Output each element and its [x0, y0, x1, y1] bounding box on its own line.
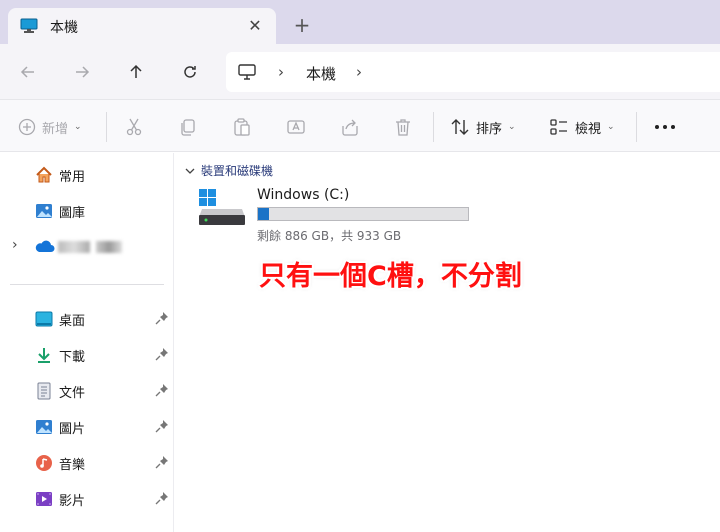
music-icon [35, 454, 53, 472]
address-bar[interactable]: › 本機 › [226, 52, 720, 92]
share-icon[interactable] [340, 116, 360, 138]
cloud-icon [35, 238, 55, 256]
sidebar-divider [10, 284, 164, 285]
sidebar-item-label: 圖庫 [59, 206, 86, 221]
sort-icon [451, 119, 469, 135]
sidebar-item-documents[interactable]: 文件 [0, 376, 174, 406]
plus-icon[interactable]: + [290, 14, 314, 38]
drive-icon [197, 187, 247, 231]
chevron-right-icon[interactable]: › [12, 237, 18, 253]
more-icon[interactable] [654, 116, 676, 138]
sidebar-item-gallery[interactable]: 圖庫 [0, 196, 174, 226]
sidebar-item-label: 文件 [59, 386, 86, 401]
view-icon [550, 119, 567, 135]
sidebar-item-videos[interactable]: 影片 [0, 484, 174, 514]
drive-free-space: 剩餘 886 GB，共 933 GB [257, 229, 402, 243]
view-button[interactable]: 檢視 ⌄ [549, 116, 615, 138]
arrow-left-icon[interactable] [14, 58, 42, 86]
picture-icon [35, 418, 53, 436]
gallery-icon [35, 202, 53, 220]
drive-item-c[interactable]: Windows (C:) 剩餘 886 GB，共 933 GB [197, 187, 477, 243]
chevron-right-icon[interactable]: › [278, 63, 284, 81]
paste-icon[interactable] [232, 116, 252, 138]
pin-icon[interactable] [155, 347, 169, 361]
arrow-up-icon[interactable] [122, 58, 150, 86]
sidebar-item-music[interactable]: 音樂 [0, 448, 174, 478]
sidebar-item-label: 下載 [59, 350, 86, 365]
sidebar-item-pictures[interactable]: 圖片 [0, 412, 174, 442]
chevron-right-icon[interactable]: › [356, 63, 362, 81]
sidebar-item-label: 影片 [59, 494, 86, 509]
tab-strip: 本機 ✕ + [0, 0, 720, 44]
document-icon [35, 382, 53, 400]
sidebar-item-label: 圖片 [59, 422, 86, 437]
command-bar: 新增 ⌄ 排序 ⌄ 檢視 ⌄ [0, 99, 720, 152]
blurred-account-name [96, 241, 122, 253]
pin-icon[interactable] [155, 455, 169, 469]
sidebar-item-label: 桌面 [59, 314, 86, 329]
sidebar-item-onedrive[interactable]: › [0, 232, 174, 262]
toolbar-divider [636, 112, 637, 142]
new-button[interactable]: 新增 ⌄ [18, 116, 82, 138]
blurred-account-name [58, 241, 90, 253]
chevron-down-icon: ⌄ [508, 122, 516, 132]
navigation-pane: 常用 圖庫 › 桌面 下載 文件 圖片 音樂 影片 [0, 153, 174, 532]
pin-icon[interactable] [155, 383, 169, 397]
group-header-devices[interactable]: 裝置和磁碟機 [185, 162, 273, 179]
sidebar-item-downloads[interactable]: 下載 [0, 340, 174, 370]
sort-button[interactable]: 排序 ⌄ [450, 116, 516, 138]
chevron-down-icon [185, 164, 195, 178]
sidebar-item-label: 常用 [59, 170, 86, 185]
toolbar-divider [433, 112, 434, 142]
sidebar-item-desktop[interactable]: 桌面 [0, 304, 174, 334]
pin-icon[interactable] [155, 311, 169, 325]
download-icon [35, 346, 53, 364]
refresh-icon[interactable] [176, 58, 204, 86]
content-pane: 裝置和磁碟機 Windows (C:) 剩餘 886 GB，共 933 GB 只… [175, 153, 720, 532]
drive-usage-bar [257, 207, 469, 221]
pin-icon[interactable] [155, 491, 169, 505]
close-icon[interactable]: ✕ [244, 16, 266, 38]
copy-icon[interactable] [178, 116, 198, 138]
new-label: 新增 [42, 121, 69, 137]
home-icon [35, 166, 53, 184]
chevron-down-icon: ⌄ [607, 122, 615, 132]
drive-usage-fill [258, 208, 269, 220]
drive-name: Windows (C:) [257, 187, 350, 203]
tab-this-pc[interactable]: 本機 ✕ [8, 8, 276, 44]
chevron-down-icon: ⌄ [74, 122, 82, 132]
tab-title: 本機 [50, 20, 78, 36]
view-label: 檢視 [575, 121, 602, 137]
sidebar-item-home[interactable]: 常用 [0, 160, 174, 190]
pin-icon[interactable] [155, 419, 169, 433]
annotation-text: 只有一個C槽，不分割 [259, 261, 522, 292]
sidebar-item-label: 音樂 [59, 458, 86, 473]
group-title: 裝置和磁碟機 [201, 164, 274, 178]
plus-circle-icon [18, 118, 36, 136]
sort-label: 排序 [476, 121, 503, 137]
arrow-right-icon[interactable] [68, 58, 96, 86]
computer-icon [20, 18, 38, 38]
rename-icon[interactable] [286, 116, 306, 138]
computer-icon [238, 64, 256, 84]
video-icon [35, 490, 53, 508]
desktop-icon [35, 310, 53, 328]
breadcrumb-this-pc[interactable]: 本機 [306, 63, 336, 84]
cut-icon[interactable] [124, 116, 144, 138]
delete-icon[interactable] [393, 116, 413, 138]
navigation-bar: › 本機 › [0, 44, 720, 99]
toolbar-divider [106, 112, 107, 142]
